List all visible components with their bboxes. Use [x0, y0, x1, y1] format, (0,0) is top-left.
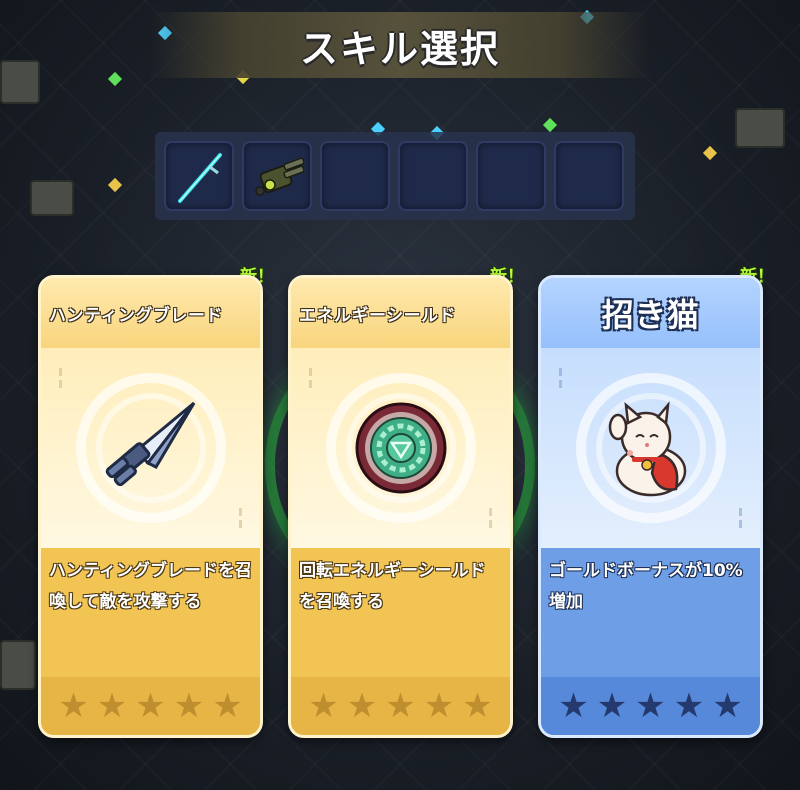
energy-sword-icon: [178, 153, 222, 203]
star-empty-icon: ★: [712, 686, 743, 726]
art-tick: [489, 508, 492, 516]
star-empty-icon: ★: [596, 686, 628, 726]
skill-slot-6[interactable]: [554, 141, 624, 211]
skill-card-description: ゴールドボーナスが10%増加: [549, 561, 743, 612]
art-tick: [559, 380, 562, 388]
art-tick: [739, 520, 742, 528]
skill-slot-5[interactable]: [476, 141, 546, 211]
skill-card-name: 招き猫: [541, 278, 760, 348]
art-tick: [489, 520, 492, 528]
skill-card-stars: ★ ★ ★ ★ ★: [291, 677, 510, 735]
skill-card-description: ハンティングブレードを召喚して敵を攻撃する: [49, 561, 252, 612]
skill-slot-4[interactable]: [398, 141, 468, 211]
star-empty-icon: ★: [212, 686, 243, 726]
art-tick: [559, 368, 562, 376]
skill-slot-1[interactable]: [164, 141, 234, 211]
skill-card-lucky-cat[interactable]: 招き猫 ゴールドボーナスが10%増加 ★ ★ ★ ★ ★: [538, 275, 763, 738]
star-empty-icon: ★: [423, 686, 455, 726]
background-crate: [0, 60, 40, 104]
gatling-gun-icon: [255, 157, 305, 196]
skill-card-description: 回転エネルギーシールドを召喚する: [299, 561, 486, 612]
star-empty-icon: ★: [558, 686, 589, 726]
background-crate: [0, 640, 36, 690]
skill-card-energy-shield[interactable]: エネルギーシールド 回転エネルギーシールドを召喚する ★ ★ ★ ★ ★: [288, 275, 513, 738]
skill-card-art: [541, 348, 760, 548]
page-title: スキル選択: [299, 26, 500, 71]
skill-card-art: [41, 348, 260, 548]
gem-sparkle: [702, 145, 718, 161]
star-empty-icon: ★: [96, 686, 128, 726]
skill-card-art: [291, 348, 510, 548]
star-empty-icon: ★: [385, 686, 416, 726]
star-empty-icon: ★: [135, 686, 166, 726]
hunting-blade-icon: [105, 401, 195, 487]
skill-card-stars: ★ ★ ★ ★ ★: [41, 677, 260, 735]
skill-slot-2[interactable]: [242, 141, 312, 211]
star-empty-icon: ★: [173, 686, 205, 726]
art-tick: [239, 508, 242, 516]
star-empty-icon: ★: [462, 686, 493, 726]
skill-card-name: ハンティングブレード: [41, 278, 260, 348]
gem-sparkle: [107, 177, 123, 193]
star-empty-icon: ★: [346, 686, 378, 726]
skill-card-name: エネルギーシールド: [291, 278, 510, 348]
skill-card-hunting-blade[interactable]: ハンティングブレード ハンティングブレードを召喚して敵を攻撃する ★ ★ ★ ★…: [38, 275, 263, 738]
star-empty-icon: ★: [308, 686, 339, 726]
art-tick: [239, 520, 242, 528]
star-empty-icon: ★: [58, 686, 89, 726]
art-tick: [59, 368, 62, 376]
title-banner: スキル選択: [150, 12, 650, 78]
skill-slot-3[interactable]: [320, 141, 390, 211]
energy-shield-icon: [355, 402, 446, 494]
art-tick: [309, 368, 312, 376]
art-tick: [59, 380, 62, 388]
art-tick: [309, 380, 312, 388]
skill-card-stars: ★ ★ ★ ★ ★: [541, 677, 760, 735]
background-crate: [30, 180, 74, 216]
art-tick: [739, 508, 742, 516]
background-crate: [735, 108, 785, 148]
gem-sparkle: [542, 117, 558, 133]
owned-skill-bar: [155, 132, 635, 220]
star-empty-icon: ★: [673, 686, 705, 726]
lucky-cat-icon: [608, 401, 686, 497]
gem-sparkle: [107, 71, 123, 87]
star-empty-icon: ★: [635, 686, 666, 726]
